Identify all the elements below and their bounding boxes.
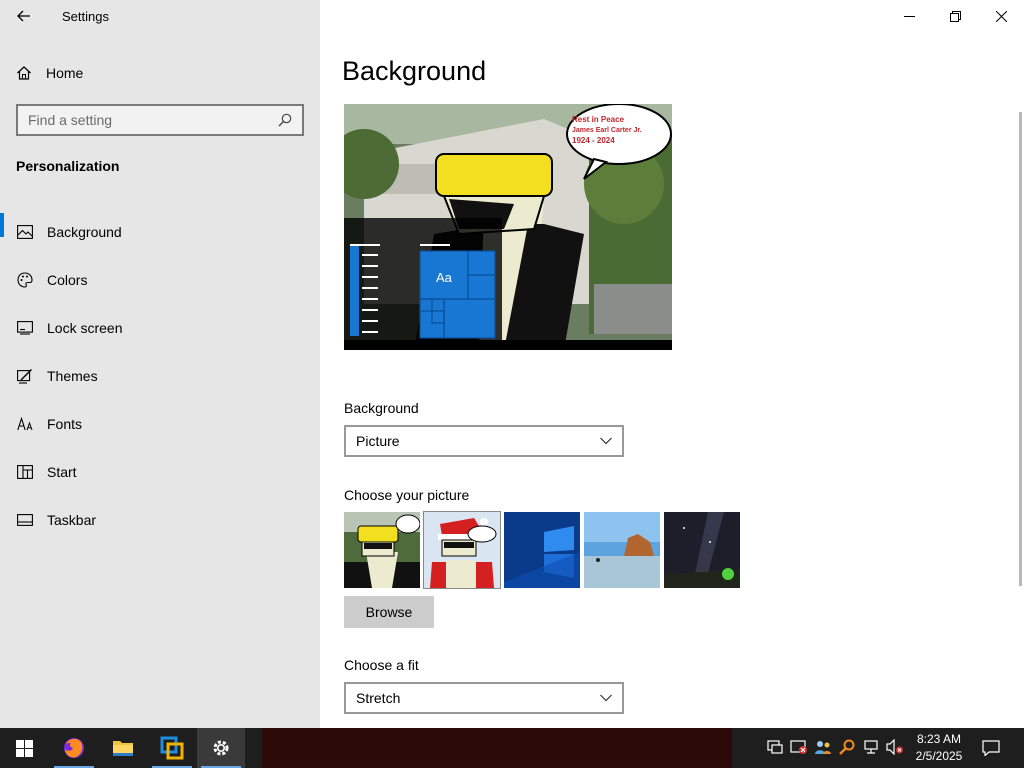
picture-thumbnail[interactable] <box>584 512 660 588</box>
restore-icon <box>949 10 961 22</box>
sidebar-item-label: Start <box>47 464 77 480</box>
sidebar-item-background[interactable]: Background <box>0 208 320 256</box>
network-people-icon <box>815 741 831 754</box>
sidebar-item-themes[interactable]: Themes <box>0 352 320 400</box>
desktop-icon <box>767 740 783 754</box>
chevron-down-icon <box>600 694 612 702</box>
picture-thumbnails <box>344 511 740 589</box>
firefox-icon <box>64 738 84 758</box>
sidebar-item-label: Background <box>47 224 122 240</box>
start-menu-icon <box>17 464 33 480</box>
taskbar-file-explorer[interactable] <box>99 728 147 768</box>
sidebar-item-label: Lock screen <box>47 320 123 336</box>
action-center-button[interactable] <box>982 739 1000 757</box>
picture-thumbnail[interactable] <box>664 512 740 588</box>
file-explorer-icon <box>113 741 133 756</box>
clock-date: 2/5/2025 <box>915 749 963 763</box>
background-dropdown[interactable]: Picture <box>344 425 624 457</box>
palette-icon <box>17 272 33 288</box>
search-input[interactable]: Find a setting <box>28 112 278 128</box>
windows-logo-icon <box>15 739 33 757</box>
fit-dropdown-value: Stretch <box>356 690 401 706</box>
close-button[interactable] <box>978 0 1024 32</box>
search-icon <box>278 113 292 127</box>
tray-network-people[interactable] <box>814 738 832 756</box>
volume-muted-icon <box>886 739 903 755</box>
sidebar-item-fonts[interactable]: Fonts <box>0 400 320 448</box>
chevron-down-icon <box>600 437 612 445</box>
home-label: Home <box>46 65 84 81</box>
lock-screen-icon <box>17 320 33 336</box>
back-arrow-icon <box>17 10 30 22</box>
clock[interactable]: 8:23 AM 2/5/2025 <box>906 731 972 765</box>
start-button[interactable] <box>0 728 48 768</box>
notification-icon <box>982 740 1000 756</box>
sidebar: Settings Home Find a setting Personaliza… <box>0 0 320 728</box>
sidebar-item-label: Themes <box>47 368 98 384</box>
sidebar-item-start[interactable]: Start <box>0 448 320 496</box>
picture-thumbnail[interactable] <box>423 511 501 589</box>
restore-button[interactable] <box>932 0 978 32</box>
sidebar-item-label: Taskbar <box>47 512 97 528</box>
tray-search-tool[interactable] <box>838 738 856 756</box>
picture-icon <box>17 224 33 240</box>
virtualbox-icon <box>160 736 184 760</box>
section-title: Personalization <box>16 158 120 174</box>
home-icon <box>17 66 31 80</box>
tray-volume[interactable] <box>886 738 904 756</box>
page-title: Background <box>342 56 487 86</box>
minimize-button[interactable] <box>886 0 932 32</box>
picture-thumbnail[interactable] <box>344 512 420 588</box>
back-button[interactable] <box>10 4 38 28</box>
themes-icon <box>17 368 33 384</box>
sidebar-item-label: Colors <box>47 272 88 288</box>
taskbar-firefox[interactable] <box>50 728 98 768</box>
choose-picture-label: Choose your picture <box>344 487 470 503</box>
scrollbar[interactable] <box>1019 112 1022 586</box>
fit-dropdown[interactable]: Stretch <box>344 682 624 714</box>
browse-button[interactable]: Browse <box>344 596 434 628</box>
preview-image: Rest in Peace James Earl Carter Jr. 1924… <box>344 104 672 350</box>
close-icon <box>995 10 1007 22</box>
speech-line-1: Rest in Peace <box>572 115 625 124</box>
taskbar-virtualbox[interactable] <box>148 728 196 768</box>
taskbar-settings[interactable] <box>197 728 245 768</box>
nav-list: Background Colors Lock screen Themes Fon… <box>0 208 320 544</box>
taskbar: 8:23 AM 2/5/2025 <box>0 728 1024 768</box>
minimize-icon <box>903 15 915 17</box>
home-link[interactable]: Home <box>16 62 83 84</box>
sidebar-item-colors[interactable]: Colors <box>0 256 320 304</box>
search-box[interactable]: Find a setting <box>16 104 304 136</box>
background-preview: Rest in Peace James Earl Carter Jr. 1924… <box>344 104 672 350</box>
picture-thumbnail[interactable] <box>504 512 580 588</box>
speech-line-3: 1924 - 2024 <box>572 136 615 145</box>
speech-line-2: James Earl Carter Jr. <box>572 127 642 134</box>
fonts-icon <box>17 416 33 432</box>
clock-time: 8:23 AM <box>916 732 962 746</box>
desktop-wallpaper-strip <box>262 728 732 768</box>
sidebar-item-label: Fonts <box>47 416 83 432</box>
app-title: Settings <box>62 9 109 24</box>
network-icon <box>864 740 878 754</box>
tile-aa-text: Aa <box>436 270 453 285</box>
tray-security[interactable] <box>790 738 808 756</box>
tray-desktop[interactable] <box>766 738 784 756</box>
taskbar-icon <box>17 512 33 528</box>
fit-label: Choose a fit <box>344 657 419 673</box>
sidebar-item-lock-screen[interactable]: Lock screen <box>0 304 320 352</box>
background-label: Background <box>344 400 419 416</box>
tray-network[interactable] <box>862 738 880 756</box>
search-tool-icon <box>839 739 855 755</box>
security-icon <box>790 740 807 754</box>
sidebar-item-taskbar[interactable]: Taskbar <box>0 496 320 544</box>
settings-icon <box>213 740 229 756</box>
background-dropdown-value: Picture <box>356 433 400 449</box>
